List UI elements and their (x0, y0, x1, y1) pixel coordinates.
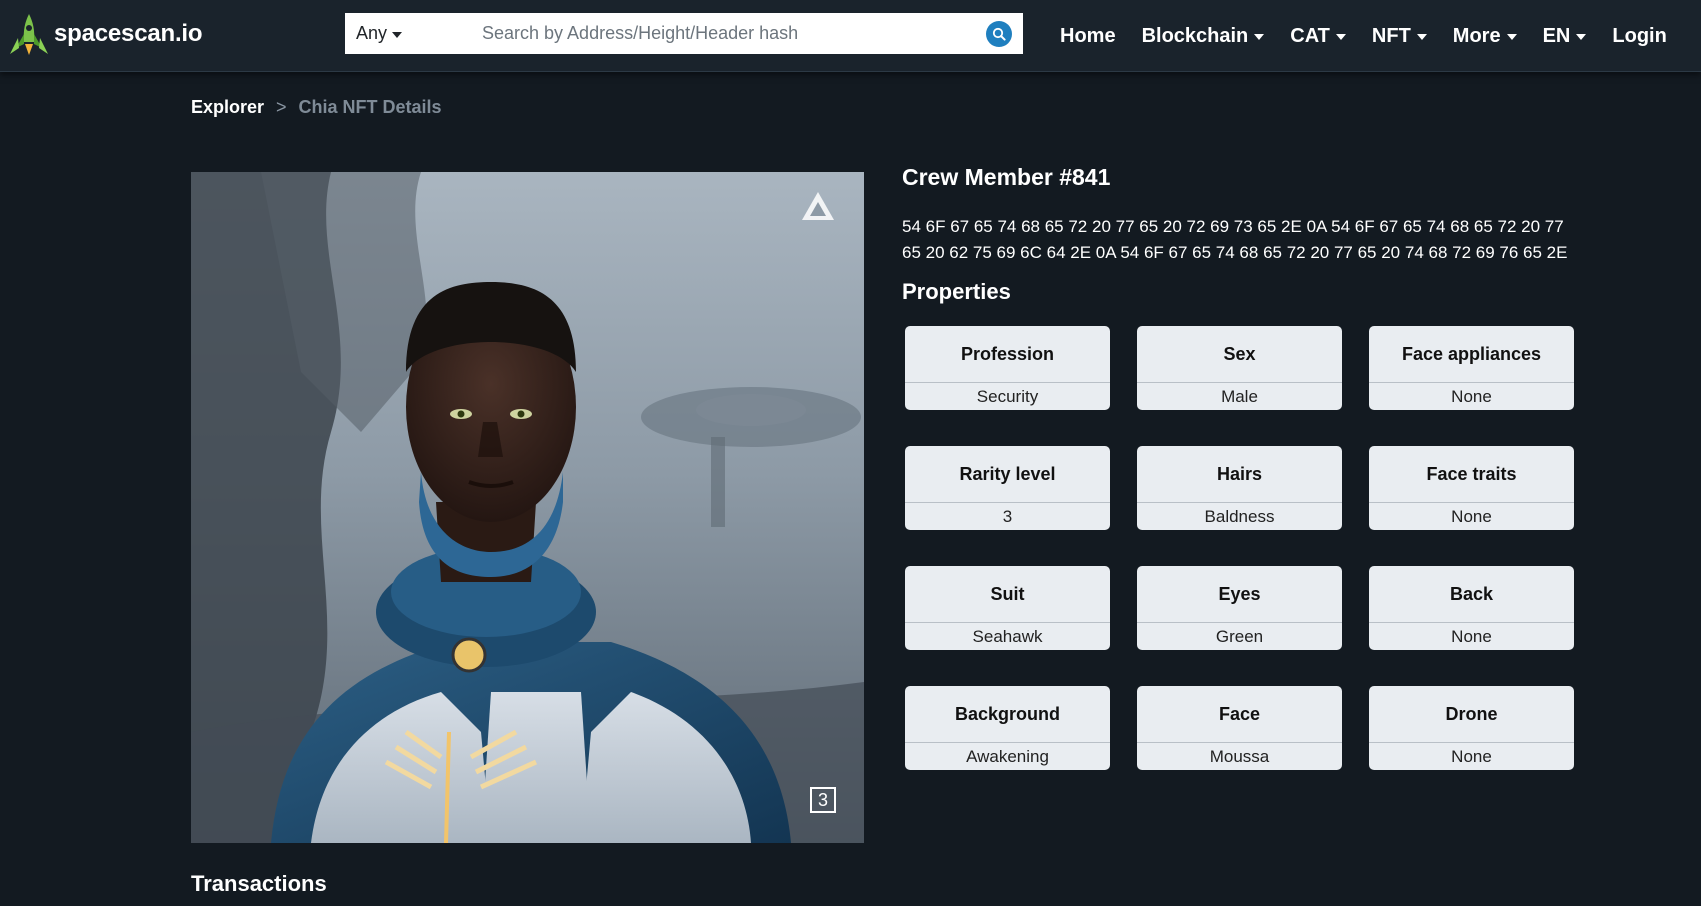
nav-more-dropdown[interactable]: More (1453, 25, 1517, 48)
nav-cat-dropdown[interactable]: CAT (1290, 25, 1346, 48)
property-value: 3 (1002, 506, 1013, 526)
properties-title: Properties (902, 279, 1011, 304)
nav-blockchain-label: Blockchain (1141, 24, 1249, 47)
nft-artwork (191, 172, 864, 843)
nav-language-label: EN (1542, 24, 1571, 47)
nav-home[interactable]: Home (1060, 25, 1116, 48)
property-value: None (1451, 386, 1492, 406)
property-card: Face appliances None (1369, 326, 1574, 410)
chevron-down-icon (1576, 34, 1587, 40)
chevron-down-icon (1254, 34, 1265, 40)
property-card: Suit Seahawk (905, 566, 1110, 650)
nft-title: Crew Member #841 (902, 164, 1111, 190)
property-name: Background (905, 686, 1110, 743)
property-value: Seahawk (972, 626, 1043, 646)
property-card: Drone None (1369, 686, 1574, 770)
property-name: Rarity level (905, 446, 1110, 503)
search-input[interactable] (468, 13, 986, 54)
search-icon (992, 27, 1006, 41)
chevron-down-icon (392, 31, 403, 38)
nav-language-dropdown[interactable]: EN (1543, 25, 1587, 48)
nav-blockchain-dropdown[interactable]: Blockchain (1142, 25, 1265, 48)
breadcrumb-separator: > (276, 97, 287, 117)
property-value: Male (1221, 386, 1258, 406)
navbar: spacescan.io Any Home Blockchain CAT NFT (0, 0, 1701, 72)
property-name: Drone (1369, 686, 1574, 743)
nav-cat-label: CAT (1290, 24, 1330, 47)
properties-grid: Profession Security Sex Male Face applia… (905, 326, 1574, 770)
property-card: Background Awakening (905, 686, 1110, 770)
property-name: Face traits (1369, 446, 1574, 503)
nft-image: 3 (191, 172, 864, 843)
search-bar: Any (345, 13, 1023, 54)
property-name: Face (1137, 686, 1342, 743)
image-badge-label: 3 (817, 789, 828, 810)
property-value: Baldness (1204, 506, 1275, 526)
property-card: Back None (1369, 566, 1574, 650)
property-name: Back (1369, 566, 1574, 623)
brand-name: spacescan.io (54, 20, 203, 47)
property-name: Suit (905, 566, 1110, 623)
breadcrumb-current: Chia NFT Details (298, 97, 442, 117)
property-card: Sex Male (1137, 326, 1342, 410)
nav-more-label: More (1452, 24, 1501, 47)
chevron-down-icon (1335, 34, 1346, 40)
property-card: Eyes Green (1137, 566, 1342, 650)
property-card: Rarity level 3 (905, 446, 1110, 530)
search-button[interactable] (986, 20, 1012, 47)
property-value: Green (1215, 626, 1264, 646)
nav-login[interactable]: Login (1612, 25, 1666, 48)
property-value: Security (976, 386, 1039, 406)
property-value: None (1451, 506, 1492, 526)
breadcrumb: Explorer > Chia NFT Details (191, 97, 442, 118)
nav-links: Home Blockchain CAT NFT More EN Login (1060, 0, 1667, 72)
chevron-down-icon (1416, 34, 1427, 40)
breadcrumb-explorer[interactable]: Explorer (191, 97, 264, 118)
nav-nft-dropdown[interactable]: NFT (1372, 25, 1427, 48)
image-badge: 3 (810, 787, 836, 813)
search-filter-value: Any (356, 23, 388, 43)
property-name: Profession (905, 326, 1110, 383)
property-value: Moussa (1209, 746, 1270, 766)
property-card: Face Moussa (1137, 686, 1342, 770)
property-card: Profession Security (905, 326, 1110, 410)
property-name: Hairs (1137, 446, 1342, 503)
spacescan-logo-icon (10, 14, 48, 55)
property-value: None (1451, 626, 1492, 646)
nav-login-label: Login (1612, 24, 1667, 47)
property-name: Face appliances (1369, 326, 1574, 383)
property-card: Face traits None (1369, 446, 1574, 530)
property-name: Eyes (1137, 566, 1342, 623)
transactions-title: Transactions (191, 871, 327, 896)
property-value: None (1451, 746, 1492, 766)
property-card: Hairs Baldness (1137, 446, 1342, 530)
property-value: Awakening (966, 746, 1049, 766)
brand-link[interactable]: spacescan.io (8, 12, 203, 56)
chevron-down-icon (1506, 34, 1517, 40)
nft-description: 54 6F 67 65 74 68 65 72 20 77 65 20 72 6… (902, 217, 1568, 262)
search-filter-select[interactable]: Any (345, 13, 468, 54)
nav-nft-label: NFT (1371, 24, 1411, 47)
nav-home-label: Home (1060, 24, 1116, 47)
property-name: Sex (1137, 326, 1342, 383)
